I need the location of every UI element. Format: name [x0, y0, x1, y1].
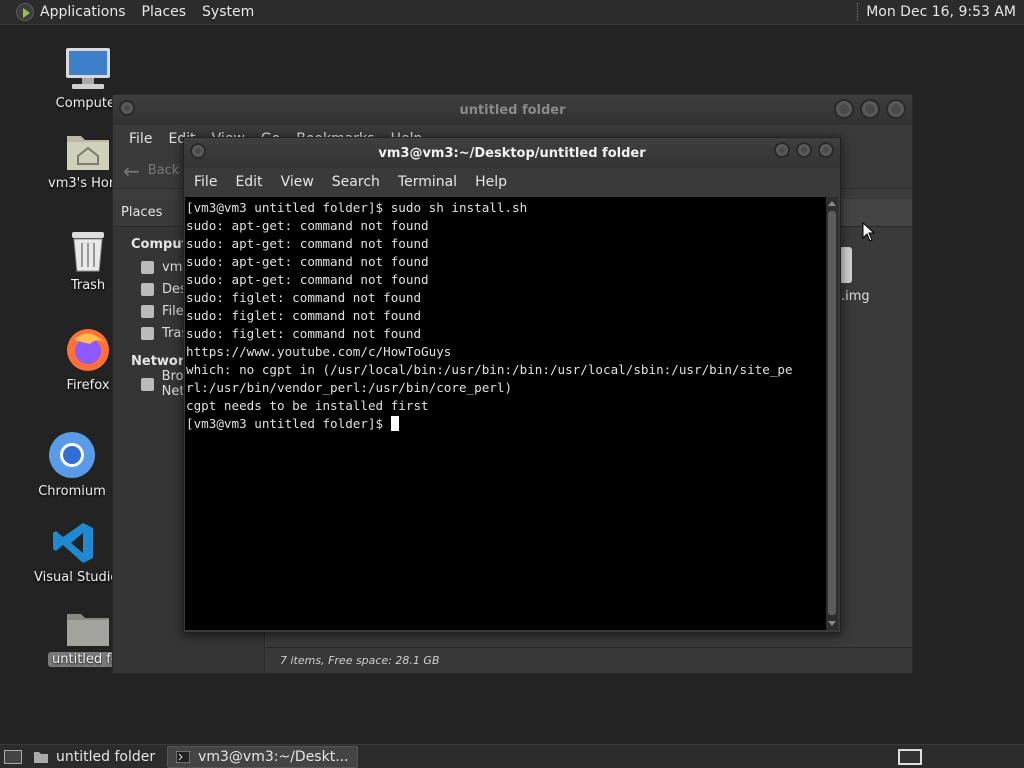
- home-icon: [141, 260, 154, 274]
- minimize-button[interactable]: [774, 142, 790, 158]
- scrollbar-thumb[interactable]: [828, 211, 836, 615]
- terminal-icon: [176, 750, 191, 763]
- menu-edit[interactable]: Edit: [227, 174, 270, 190]
- terminal-menubar: File Edit View Search Terminal Help: [184, 168, 840, 196]
- back-button-label[interactable]: Back: [148, 163, 180, 178]
- firefox-icon: [67, 329, 109, 371]
- menu-view[interactable]: View: [273, 174, 322, 190]
- terminal-line: sudo: apt-get: command not found: [186, 272, 429, 287]
- menu-search[interactable]: Search: [324, 174, 388, 190]
- desktop-icon-label: Chromium: [38, 484, 106, 499]
- desktop-icon-label: Computer: [55, 96, 121, 111]
- applications-menu[interactable]: Applications: [8, 0, 134, 24]
- computer-icon: [66, 48, 110, 89]
- terminal-titlebar[interactable]: vm3@vm3:~/Desktop/untitled folder: [184, 138, 840, 168]
- terminal-prompt-line[interactable]: [vm3@vm3 untitled folder]$: [186, 415, 826, 433]
- window-menu-button[interactable]: [119, 100, 135, 116]
- menu-file[interactable]: File: [121, 131, 160, 147]
- maximize-button[interactable]: [796, 142, 812, 158]
- chromium-icon: [49, 432, 95, 478]
- menu-help[interactable]: Help: [467, 174, 515, 190]
- minimize-button[interactable]: [834, 99, 854, 119]
- file-manager-statusbar: 7 items, Free space: 28.1 GB: [266, 647, 912, 673]
- clock[interactable]: Mon Dec 16, 9:53 AM: [857, 3, 1024, 21]
- back-arrow-icon[interactable]: ←: [123, 159, 140, 183]
- show-desktop-button[interactable]: [4, 749, 22, 764]
- scroll-down-arrow-icon[interactable]: [828, 621, 836, 626]
- terminal-line: cgpt needs to be installed first: [186, 398, 429, 413]
- desktop-icon-label: Visual Studio Code: [34, 570, 114, 585]
- close-button[interactable]: [818, 142, 834, 158]
- terminal-title: vm3@vm3:~/Desktop/untitled folder: [378, 145, 646, 161]
- drive-icon: [141, 304, 154, 318]
- terminal-line: sudo: apt-get: command not found: [186, 218, 429, 233]
- applications-menu-label: Applications: [40, 4, 126, 20]
- folder-icon: [34, 751, 48, 763]
- terminal-line: sudo: figlet: command not found: [186, 308, 422, 323]
- menu-file[interactable]: File: [186, 174, 225, 190]
- terminal-prompt: [vm3@vm3 untitled folder]$: [186, 416, 391, 431]
- window-menu-button[interactable]: [190, 143, 206, 159]
- desktop-icon-chromium[interactable]: Chromium: [24, 430, 120, 499]
- desktop-icon-label: Trash: [70, 278, 106, 293]
- desktop-icon-label: Firefox: [66, 378, 110, 393]
- desktop-icon: [141, 282, 154, 296]
- system-menu[interactable]: System: [194, 0, 262, 24]
- places-menu[interactable]: Places: [134, 0, 195, 24]
- terminal-line: sudo: figlet: command not found: [186, 290, 422, 305]
- terminal-scrollbar[interactable]: [826, 197, 838, 630]
- terminal-line: sudo: apt-get: command not found: [186, 254, 429, 269]
- folder-icon: [67, 614, 109, 646]
- terminal-line: rl:/usr/bin/vendor_perl:/usr/bin/core_pe…: [186, 380, 513, 395]
- mouse-pointer-icon: [862, 222, 876, 242]
- top-panel: Applications Places System Mon Dec 16, 9…: [0, 0, 1024, 25]
- terminal-line: sudo: apt-get: command not found: [186, 236, 429, 251]
- terminal-window[interactable]: vm3@vm3:~/Desktop/untitled folder File E…: [183, 137, 841, 633]
- bottom-panel: untitled folder vm3@vm3:~/Deskt...: [0, 744, 1024, 768]
- text-cursor: [390, 416, 399, 431]
- workspace-switcher[interactable]: [898, 748, 922, 765]
- vscode-icon: [53, 523, 93, 563]
- desktop-icon-vscode[interactable]: Visual Studio Code: [26, 520, 122, 585]
- home-folder-icon: [67, 136, 109, 170]
- taskbar-item-file-manager[interactable]: untitled folder: [26, 746, 163, 768]
- taskbar-item-label: untitled folder: [56, 748, 156, 765]
- terminal-line: https://www.youtube.com/c/HowToGuys: [186, 344, 452, 359]
- file-manager-title: untitled folder: [459, 102, 566, 118]
- file-manager-titlebar[interactable]: untitled folder: [113, 95, 912, 125]
- terminal-line: [vm3@vm3 untitled folder]$ sudo sh insta…: [186, 200, 528, 215]
- trash-icon: [72, 232, 104, 272]
- scroll-up-arrow-icon[interactable]: [828, 201, 836, 206]
- maximize-button[interactable]: [860, 99, 880, 119]
- close-button[interactable]: [886, 99, 906, 119]
- terminal-line: which: no cgpt in (/usr/local/bin:/usr/b…: [186, 362, 793, 377]
- panel-menu: Applications Places System: [0, 0, 262, 24]
- trash-icon: [141, 326, 154, 340]
- terminal-output[interactable]: [vm3@vm3 untitled folder]$ sudo sh insta…: [185, 197, 827, 630]
- taskbar-item-label: vm3@vm3:~/Deskt...: [198, 748, 349, 765]
- mate-logo-icon: [16, 3, 34, 21]
- menu-terminal[interactable]: Terminal: [390, 174, 465, 190]
- terminal-line: sudo: figlet: command not found: [186, 326, 422, 341]
- taskbar-item-terminal[interactable]: vm3@vm3:~/Deskt...: [167, 745, 358, 768]
- network-icon: [141, 377, 154, 391]
